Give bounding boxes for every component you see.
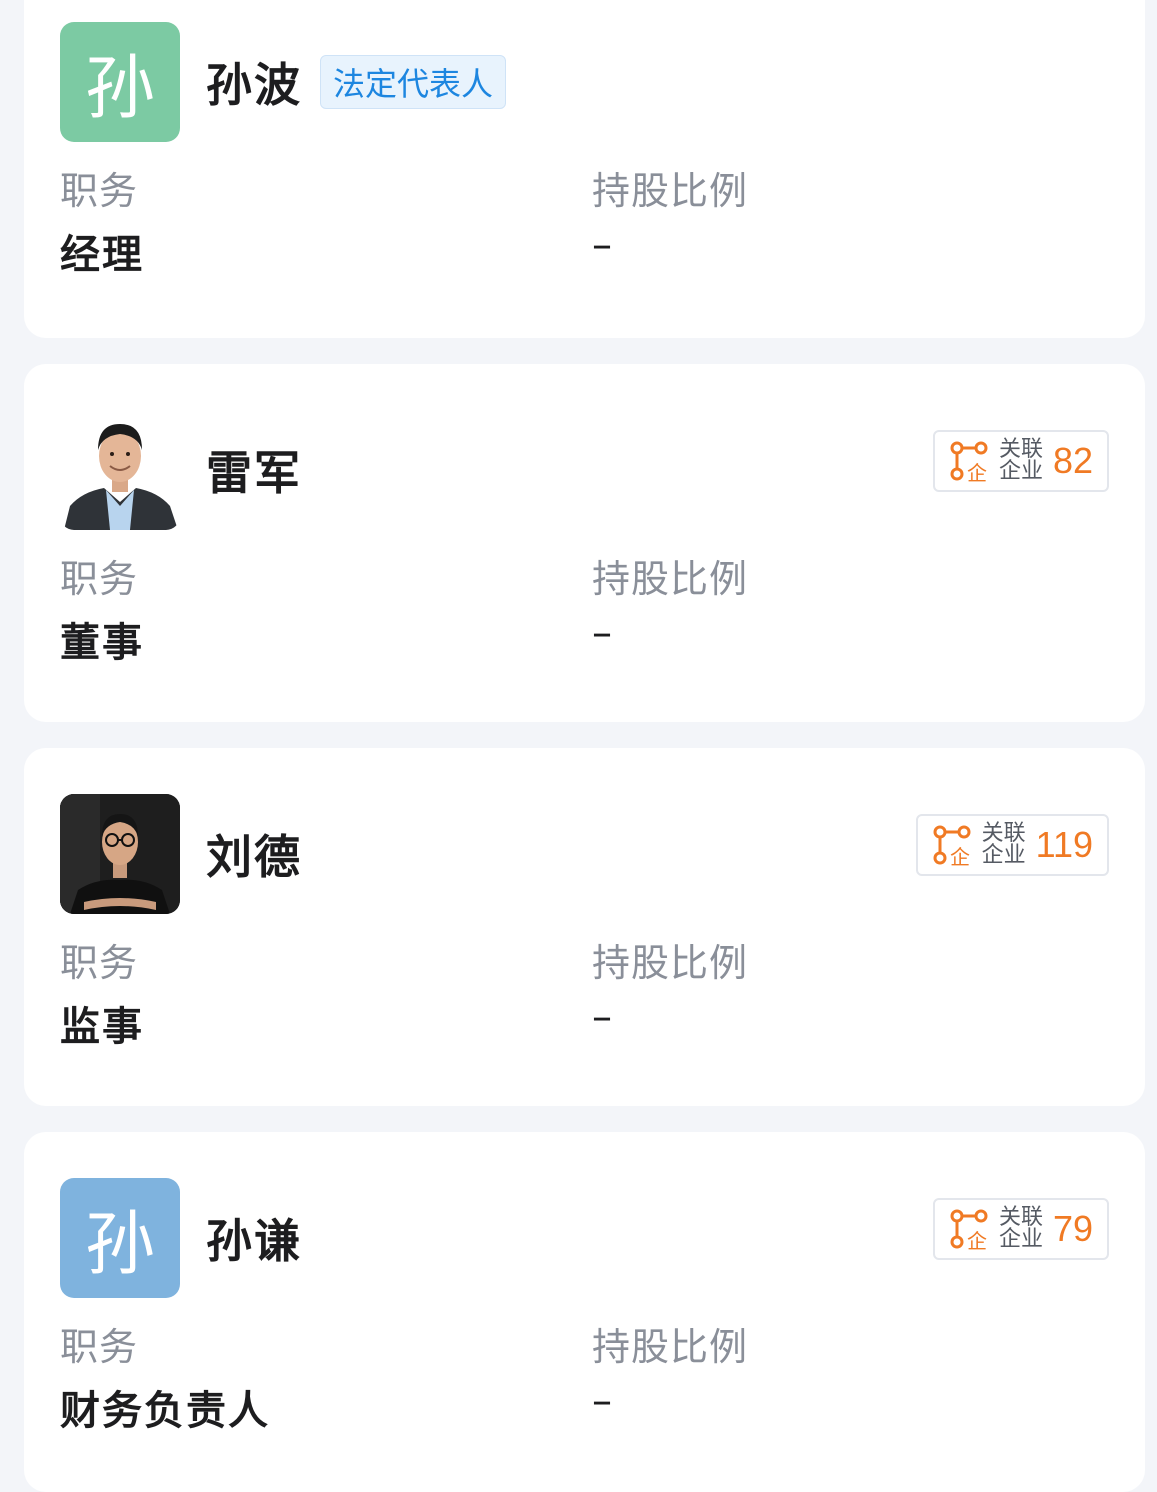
related-company-count: 82 <box>1052 440 1093 481</box>
share-ratio-label: 持股比例 <box>592 1325 749 1369</box>
person-name[interactable]: 孙波 <box>206 49 302 115</box>
related-company-icon: 企 <box>933 825 971 866</box>
person-header: 孙 孙谦 <box>60 1178 302 1298</box>
related-company-icon: 企 <box>950 441 988 482</box>
position-value: 财务负责人 <box>60 1388 270 1434</box>
related-company-button[interactable]: 企 关联 企业 82 <box>932 430 1109 492</box>
share-ratio-label: 持股比例 <box>592 941 749 985</box>
person-header: 孙 孙波 法定代表人 <box>60 22 507 142</box>
position-value: 董事 <box>60 620 144 666</box>
related-company-button[interactable]: 企 关联 企业 119 <box>915 814 1109 876</box>
share-ratio-value: – <box>592 610 614 656</box>
position-value: 经理 <box>60 232 144 278</box>
svg-text:企: 企 <box>950 845 970 866</box>
person-name[interactable]: 雷军 <box>206 437 302 503</box>
person-header: 雷军 <box>60 410 302 530</box>
avatar-photo <box>60 794 180 914</box>
share-ratio-value: – <box>592 222 614 268</box>
svg-text:企: 企 <box>967 461 987 482</box>
assoc-label-line1: 关联 <box>998 1205 1043 1230</box>
assoc-label-line2: 企业 <box>998 459 1043 484</box>
svg-text:企: 企 <box>967 1229 987 1250</box>
related-company-count: 79 <box>1052 1208 1093 1249</box>
assoc-label-line2: 企业 <box>981 843 1026 868</box>
person-header: 刘德 <box>60 794 302 914</box>
legal-representative-tag: 法定代表人 <box>320 55 507 109</box>
person-photo-icon <box>60 794 180 914</box>
person-name[interactable]: 刘德 <box>206 821 302 887</box>
related-company-label: 关联 企业 <box>999 1207 1043 1251</box>
avatar-photo <box>60 410 180 530</box>
related-company-label: 关联 企业 <box>999 439 1043 483</box>
share-ratio-label: 持股比例 <box>592 557 749 601</box>
share-ratio-label: 持股比例 <box>592 169 749 213</box>
assoc-label-line1: 关联 <box>981 821 1026 846</box>
share-ratio-value: – <box>592 994 614 1040</box>
person-name[interactable]: 孙谦 <box>206 1205 302 1271</box>
position-label: 职务 <box>60 169 139 213</box>
related-company-icon: 企 <box>950 1209 988 1250</box>
person-card[interactable]: 雷军 企 关联 企业 82 职务 持股比例 董事 – <box>24 364 1145 722</box>
person-card[interactable]: 刘德 企 关联 企业 119 职务 持股比例 监事 – <box>24 748 1145 1106</box>
position-label: 职务 <box>60 941 139 985</box>
position-label: 职务 <box>60 1325 139 1369</box>
person-card[interactable]: 孙 孙谦 企 关联 企业 79 职务 持股比例 财务负责人 – <box>24 1132 1145 1492</box>
related-company-label: 关联 企业 <box>982 823 1026 867</box>
related-company-button[interactable]: 企 关联 企业 79 <box>932 1198 1109 1260</box>
position-value: 监事 <box>60 1004 144 1050</box>
avatar: 孙 <box>60 1178 180 1298</box>
avatar: 孙 <box>60 22 180 142</box>
share-ratio-value: – <box>592 1378 614 1424</box>
position-label: 职务 <box>60 557 139 601</box>
person-photo-icon <box>60 410 180 530</box>
assoc-label-line1: 关联 <box>998 437 1043 462</box>
person-card[interactable]: 孙 孙波 法定代表人 职务 持股比例 经理 – <box>24 0 1145 338</box>
assoc-label-line2: 企业 <box>998 1227 1043 1252</box>
related-company-count: 119 <box>1035 824 1093 865</box>
